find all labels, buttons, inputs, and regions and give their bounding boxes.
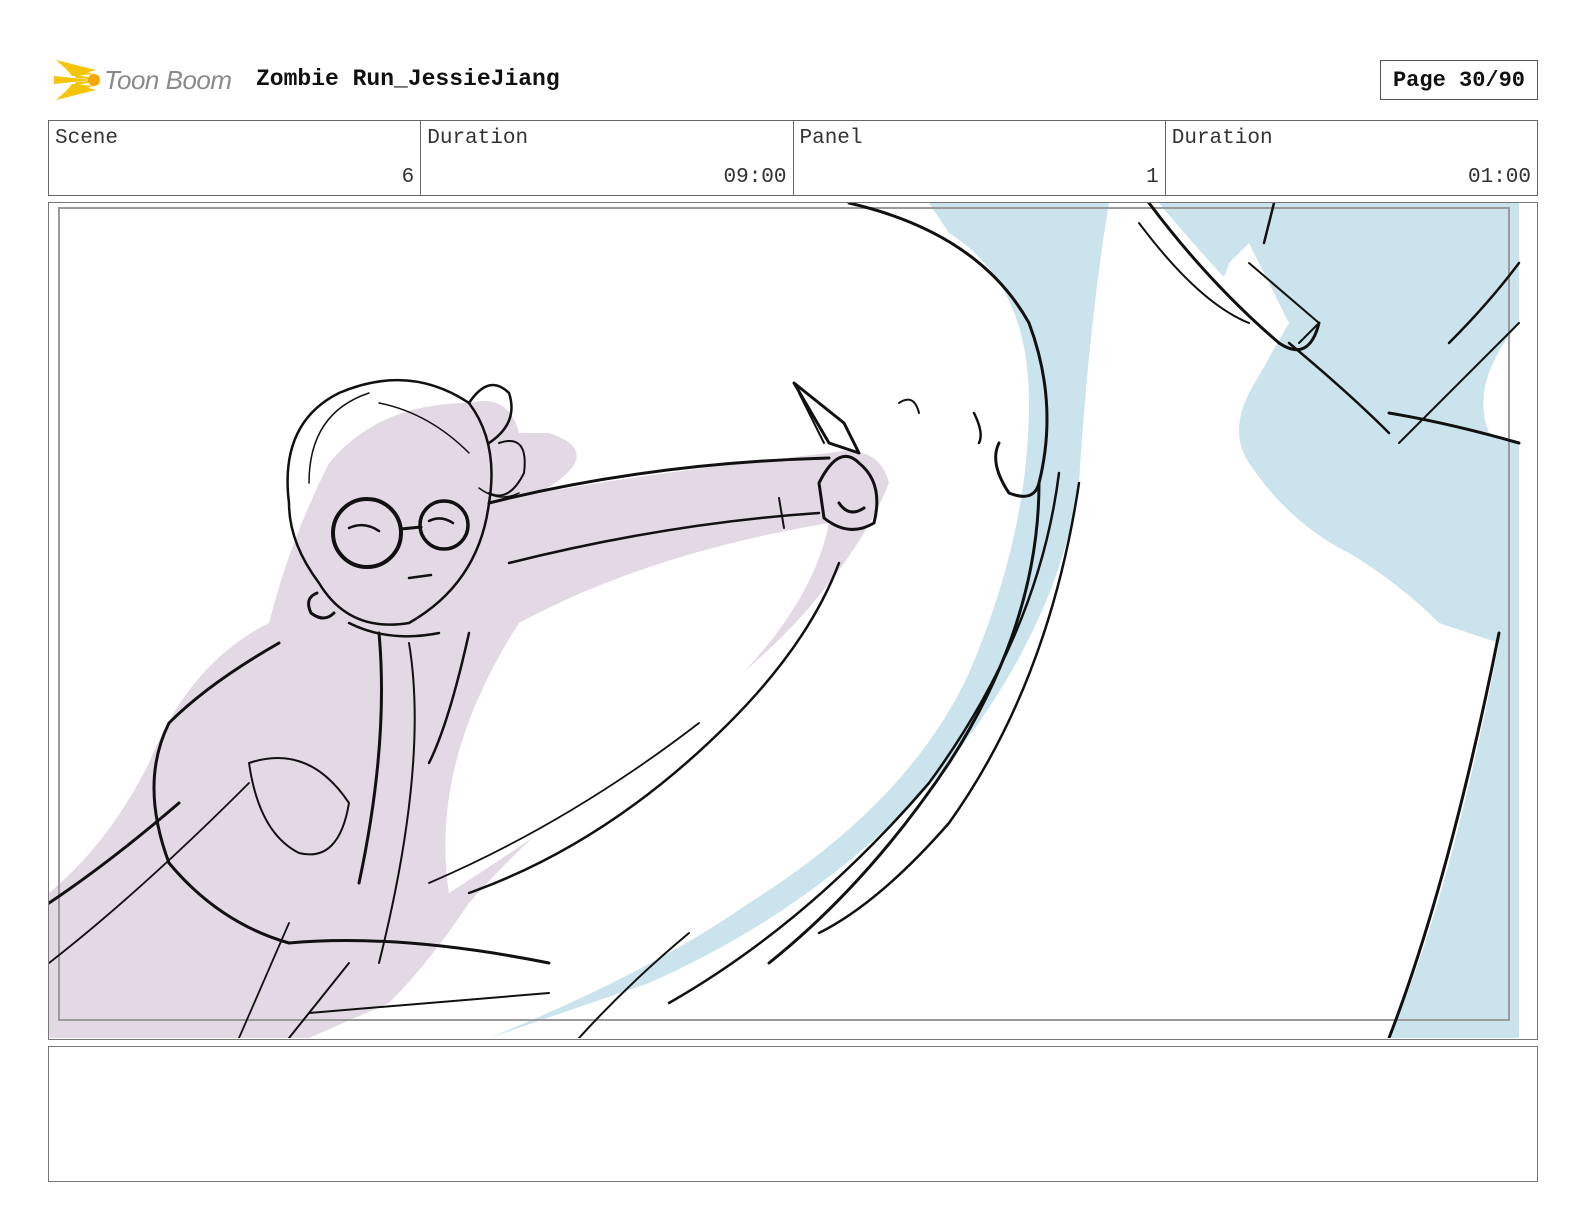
panel-sketch <box>49 203 1521 1038</box>
panel-duration-value: 01:00 <box>1467 166 1531 189</box>
storyboard-panel <box>48 202 1538 1040</box>
starburst-icon <box>54 60 100 100</box>
panel-cell: Panel 1 <box>794 121 1166 195</box>
logo-text: Toon Boom <box>104 65 232 95</box>
storyboard-header: Toon Boom Zombie Run_JessieJiang Page 30… <box>48 54 1538 106</box>
panel-duration-cell: Duration 01:00 <box>1166 121 1537 195</box>
scene-duration-label: Duration <box>427 127 529 150</box>
scene-info-table: Scene 6 Duration 09:00 Panel 1 Duration … <box>48 120 1538 196</box>
panel-label: Panel <box>799 127 863 150</box>
panel-value: 1 <box>1146 166 1159 189</box>
toon-boom-logo: Toon Boom <box>52 56 242 104</box>
scene-label: Scene <box>55 127 119 150</box>
panel-duration-label: Duration <box>1171 127 1273 150</box>
scene-duration-cell: Duration 09:00 <box>421 121 794 195</box>
character-fill <box>49 401 889 1038</box>
scene-duration-value: 09:00 <box>723 166 787 189</box>
page-indicator: Page 30/90 <box>1380 60 1538 100</box>
panel-notes-box[interactable] <box>48 1046 1538 1182</box>
project-title: Zombie Run_JessieJiang <box>256 66 560 92</box>
scene-cell: Scene 6 <box>49 121 422 195</box>
scene-value: 6 <box>401 166 415 189</box>
